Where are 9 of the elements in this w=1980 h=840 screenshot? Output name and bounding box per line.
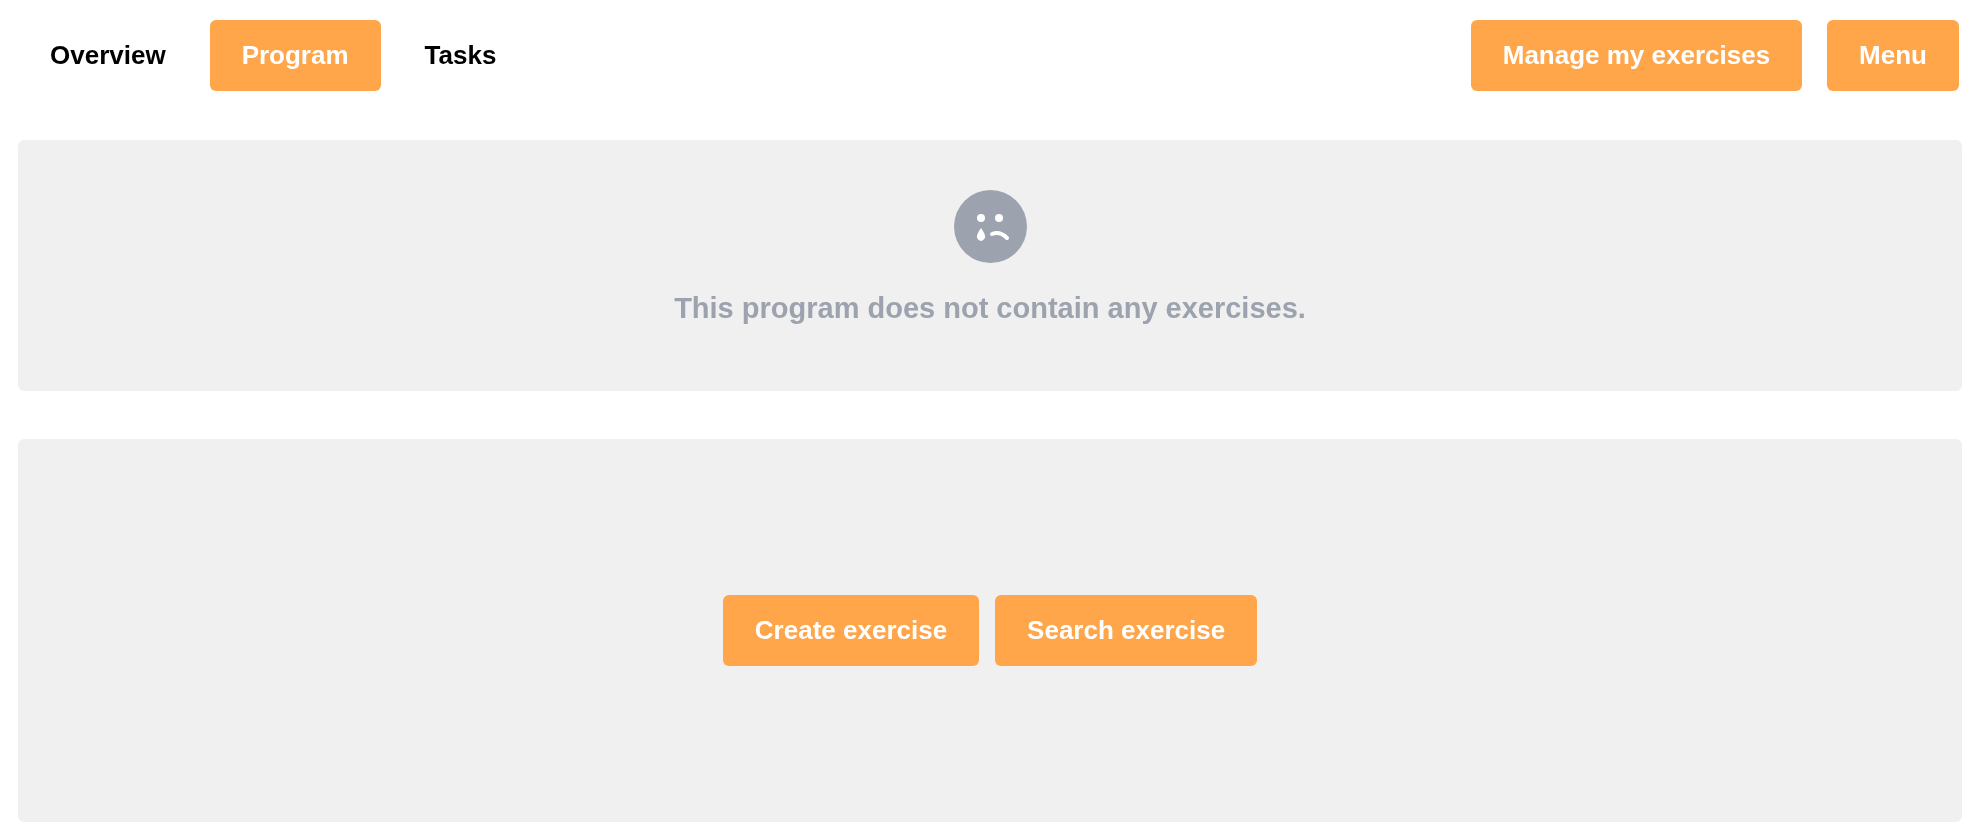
- sad-face-icon: [953, 190, 1027, 264]
- search-exercise-button[interactable]: Search exercise: [995, 595, 1258, 666]
- tab[interactable]: Tasks: [392, 20, 529, 91]
- empty-message: This program does not contain any exercises.: [674, 291, 1306, 327]
- tab[interactable]: Overview: [18, 20, 198, 91]
- manage-exercises-button[interactable]: Manage my exercises: [1470, 20, 1803, 91]
- menu-button[interactable]: Menu: [1827, 20, 1959, 91]
- create-exercise-button[interactable]: Create exercise: [722, 595, 980, 666]
- tab[interactable]: Program: [209, 20, 381, 91]
